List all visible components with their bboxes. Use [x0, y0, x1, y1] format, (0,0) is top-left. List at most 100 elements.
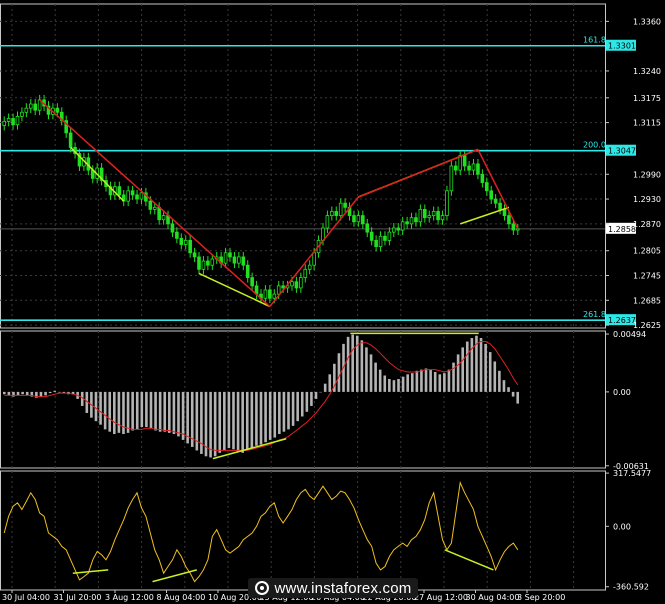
- candle-body: [423, 208, 427, 219]
- macd-bar: [383, 375, 387, 392]
- macd-bar: [158, 391, 162, 432]
- candle-body: [369, 231, 374, 241]
- macd-bar: [250, 391, 254, 449]
- macd-bar: [108, 391, 112, 432]
- time-tick-label: 27 Aug 12:00: [414, 593, 468, 602]
- candle-body: [414, 217, 418, 223]
- macd-bar: [287, 391, 290, 430]
- macd-bar: [227, 391, 231, 449]
- candle-body: [511, 223, 516, 231]
- candle-body: [476, 163, 480, 175]
- candle-body: [20, 111, 24, 117]
- fib-price-label: 1.3301: [608, 42, 636, 51]
- macd-bar: [223, 391, 226, 451]
- macd-bar: [53, 390, 57, 392]
- macd-bar: [213, 391, 217, 457]
- candle-body: [210, 258, 215, 266]
- macd-bar: [135, 391, 139, 430]
- candle-body: [188, 239, 192, 254]
- candle-body: [374, 239, 378, 247]
- macd-bar: [443, 373, 446, 392]
- macd-bar: [44, 391, 47, 396]
- candle-body: [303, 268, 308, 278]
- macd-bar: [291, 391, 295, 426]
- candle-body: [161, 215, 166, 221]
- macd-bar: [456, 354, 460, 392]
- macd-bar: [117, 391, 121, 433]
- macd-bar: [465, 341, 469, 392]
- candle-body: [352, 215, 356, 223]
- macd-bar: [438, 374, 442, 392]
- macd-bar: [218, 391, 222, 453]
- candle-body: [179, 237, 184, 245]
- time-tick-label: 30 Jul 04:00: [2, 593, 50, 602]
- macd-bar: [113, 391, 116, 435]
- candle-body: [68, 132, 73, 148]
- macd-bar: [415, 370, 419, 392]
- candle-body: [223, 252, 228, 264]
- price-tick-label: 1.2870: [633, 220, 661, 229]
- cci-tick-label: 317.5477: [613, 469, 651, 478]
- watermark-text: www.instaforex.com: [274, 579, 412, 597]
- fib-level-label: 261.8: [583, 310, 606, 319]
- price-tick-label: 1.2805: [633, 247, 661, 256]
- candle-body: [458, 155, 463, 171]
- macd-bar: [319, 391, 322, 393]
- candle-body: [445, 190, 449, 216]
- candle-body: [449, 165, 454, 192]
- candle-body: [139, 192, 144, 200]
- candle-body: [489, 190, 494, 200]
- candle-body: [409, 217, 414, 225]
- candle-body: [405, 221, 409, 225]
- macd-bar: [48, 391, 52, 394]
- macd-bar: [232, 391, 235, 450]
- candle-body: [387, 231, 392, 241]
- macd-bar: [420, 369, 423, 392]
- macd-bar: [310, 391, 313, 406]
- fib-price-label: 1.3047: [608, 147, 636, 156]
- macd-bar: [103, 391, 107, 430]
- macd-bar: [25, 391, 29, 396]
- macd-bar: [397, 379, 400, 392]
- price-tick-label: 1.2625: [633, 321, 661, 330]
- macd-tick-label: 0.00494: [613, 330, 646, 339]
- candle-body: [312, 252, 316, 266]
- candle-body: [24, 107, 29, 113]
- cci-tick-label: 0.00: [613, 522, 631, 531]
- macd-bar: [314, 391, 318, 399]
- macd-bar: [392, 380, 396, 392]
- cci-tick-label: -360.592: [613, 583, 649, 592]
- macd-bar: [236, 391, 240, 452]
- macd-bar: [323, 383, 327, 392]
- price-tick-label: 1.3360: [633, 17, 661, 26]
- macd-bar: [516, 391, 520, 404]
- macd-bar: [172, 391, 176, 435]
- macd-bar: [337, 353, 341, 392]
- candle-body: [272, 293, 277, 299]
- macd-bar: [484, 343, 487, 392]
- macd-bar: [305, 391, 309, 412]
- time-tick-label: 8 Aug 04:00: [157, 593, 206, 602]
- candle-body: [206, 260, 210, 266]
- background: [0, 0, 665, 604]
- instaforex-logo-icon: [254, 581, 269, 595]
- macd-bar: [99, 391, 102, 425]
- candle-body: [396, 227, 401, 231]
- macd-bar: [401, 376, 405, 392]
- macd-bar: [39, 391, 43, 397]
- fib-level-label: 200.0: [583, 141, 606, 150]
- candle-body: [28, 103, 33, 109]
- macd-bar: [498, 370, 501, 392]
- forex-chart[interactable]: 161.81.3301200.01.3047261.81.26371.2858 …: [0, 0, 665, 604]
- candle-body: [440, 215, 445, 221]
- macd-bar: [351, 334, 354, 392]
- candle-body: [418, 208, 423, 223]
- candle-body: [2, 120, 7, 126]
- candle-body: [126, 190, 130, 202]
- price-tick-label: 1.2745: [633, 272, 661, 281]
- macd-bar: [94, 391, 98, 422]
- macd-bar: [163, 391, 167, 432]
- macd-bar: [126, 391, 130, 433]
- candle-body: [237, 256, 241, 264]
- macd-bar: [429, 369, 432, 392]
